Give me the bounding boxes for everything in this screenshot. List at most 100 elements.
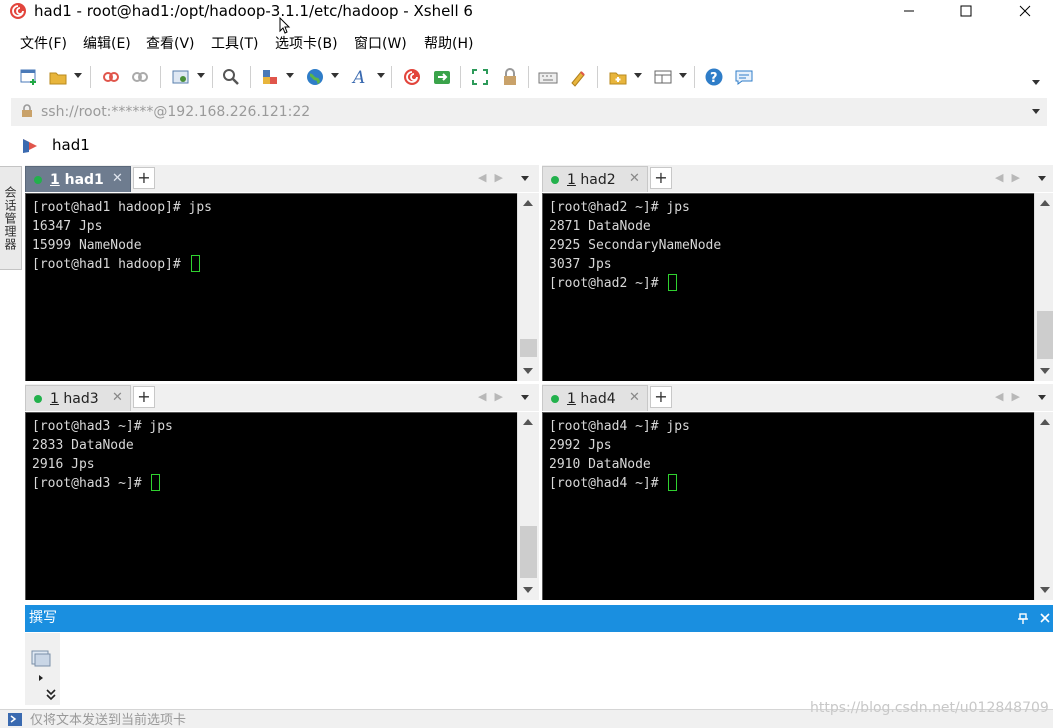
vertical-scrollbar[interactable] — [1034, 412, 1053, 600]
menu-help[interactable]: 帮助(H) — [424, 34, 473, 54]
new-session-icon[interactable] — [18, 66, 40, 88]
watermark: https://blog.csdn.net/u012848709 — [810, 700, 1049, 716]
tab-scroll-arrows[interactable]: ◀▶ — [995, 388, 1028, 406]
open-folder-icon[interactable] — [47, 66, 69, 88]
add-tab-button[interactable]: + — [133, 167, 155, 189]
tab-list-dropdown-icon[interactable] — [1038, 395, 1046, 400]
globe-icon[interactable] — [304, 66, 326, 88]
terminal-output[interactable]: [root@had3 ~]# jps 2833 DataNode 2916 Jp… — [25, 412, 517, 600]
transfer-icon[interactable] — [259, 66, 281, 88]
compose-title: 撰写 — [29, 610, 57, 626]
connection-status-dot — [34, 176, 42, 184]
add-tab-button[interactable]: + — [650, 386, 672, 408]
scroll-down-icon[interactable] — [1040, 368, 1050, 374]
tab-had1[interactable]: 1 had1 ✕ — [25, 166, 131, 192]
menu-tabs[interactable]: 选项卡(B) — [275, 34, 338, 54]
tab-close-icon[interactable]: ✕ — [112, 389, 123, 407]
tab-had3[interactable]: 1 had3 ✕ — [25, 385, 131, 411]
disconnect-icon[interactable] — [129, 66, 151, 88]
add-tab-button[interactable]: + — [650, 167, 672, 189]
tab-list-dropdown-icon[interactable] — [521, 176, 529, 181]
xshell-app-icon — [10, 3, 26, 19]
add-tab-button[interactable]: + — [133, 386, 155, 408]
scroll-down-icon[interactable] — [523, 587, 533, 593]
compose-window-icon[interactable] — [31, 649, 51, 667]
terminal-prompt-icon — [8, 713, 22, 726]
expand-arrow-icon[interactable] — [38, 674, 44, 682]
menu-tools[interactable]: 工具(T) — [211, 34, 258, 54]
vertical-scrollbar[interactable] — [517, 193, 539, 381]
session-manager-side-tab[interactable]: 会话管理器 — [0, 166, 22, 270]
scroll-down-icon[interactable] — [1040, 587, 1050, 593]
chat-icon[interactable] — [733, 66, 755, 88]
terminal-output[interactable]: [root@had2 ~]# jps 2871 DataNode 2925 Se… — [542, 193, 1034, 381]
lock-icon[interactable] — [499, 66, 521, 88]
terminal-prompt-line: [root@had3 ~]# — [32, 474, 517, 493]
session-label[interactable]: had1 — [52, 135, 90, 155]
reconnect-icon[interactable] — [100, 66, 122, 88]
scroll-thumb[interactable] — [1037, 430, 1053, 580]
tab-close-icon[interactable]: ✕ — [629, 389, 640, 407]
vertical-scrollbar[interactable] — [517, 412, 539, 600]
tab-scroll-arrows[interactable]: ◀▶ — [995, 169, 1028, 187]
terminal-cursor — [668, 274, 678, 291]
compose-text-area[interactable] — [25, 633, 1053, 705]
scroll-thumb[interactable] — [520, 526, 537, 578]
terminal-prompt-line: [root@had4 ~]# — [549, 474, 1034, 493]
fullscreen-icon[interactable] — [469, 66, 491, 88]
scroll-up-icon[interactable] — [523, 419, 533, 425]
highlight-icon[interactable] — [567, 66, 589, 88]
tab-close-icon[interactable]: ✕ — [629, 170, 640, 188]
new-tab-icon[interactable] — [607, 66, 629, 88]
help-icon[interactable]: ? — [703, 66, 725, 88]
menu-window[interactable]: 窗口(W) — [354, 34, 407, 54]
scroll-down-icon[interactable] — [523, 368, 533, 374]
properties-icon[interactable] — [170, 66, 192, 88]
terminal-pane-had2: 1 had2 ✕ + ◀▶ [root@had2 ~]# jps 2871 Da… — [542, 165, 1053, 381]
tab-scroll-arrows[interactable]: ◀▶ — [478, 388, 511, 406]
terminal-line: [root@had2 ~]# jps — [549, 200, 690, 215]
menu-view[interactable]: 查看(V) — [146, 34, 195, 54]
xshell-icon[interactable] — [401, 66, 423, 88]
maximize-button[interactable] — [943, 0, 989, 22]
keyboard-icon[interactable] — [537, 66, 559, 88]
layout-icon[interactable] — [652, 66, 674, 88]
terminal-prompt: [root@had4 ~]# — [549, 476, 667, 491]
tab-had2[interactable]: 1 had2 ✕ — [542, 166, 648, 192]
scroll-thumb[interactable] — [520, 339, 537, 357]
font-icon[interactable]: A — [350, 66, 372, 88]
terminal-cursor — [668, 474, 678, 491]
menu-file[interactable]: 文件(F) — [20, 34, 67, 54]
connection-status-dot — [34, 395, 42, 403]
close-button[interactable] — [1002, 0, 1048, 22]
scroll-thumb[interactable] — [1037, 311, 1053, 359]
terminal-line: 2916 Jps — [32, 457, 95, 472]
tab-list-dropdown-icon[interactable] — [521, 395, 529, 400]
terminal-line: 15999 NameNode — [32, 238, 142, 253]
close-icon — [1019, 5, 1031, 17]
menu-edit[interactable]: 编辑(E) — [83, 34, 131, 54]
pin-icon[interactable] — [1018, 613, 1028, 624]
terminal-output[interactable]: [root@had4 ~]# jps 2992 Jps 2910 DataNod… — [542, 412, 1034, 600]
scroll-up-icon[interactable] — [523, 200, 533, 206]
find-icon[interactable] — [220, 66, 242, 88]
double-chevron-down-icon[interactable] — [46, 689, 56, 701]
scroll-up-icon[interactable] — [1040, 200, 1050, 206]
title-bar: had1 - root@had1:/opt/hadoop-3.1.1/etc/h… — [0, 0, 1053, 34]
terminal-prompt-line: [root@had2 ~]# — [549, 274, 1034, 293]
tab-scroll-arrows[interactable]: ◀▶ — [478, 169, 511, 187]
minimize-button[interactable] — [886, 0, 932, 22]
address-bar[interactable]: ssh://root:******@192.168.226.121:22 — [11, 98, 1047, 126]
tab-close-icon[interactable]: ✕ — [112, 170, 123, 188]
vertical-scrollbar[interactable] — [1034, 193, 1053, 381]
xftp-icon[interactable] — [431, 66, 453, 88]
scroll-up-icon[interactable] — [1040, 419, 1050, 425]
tab-list-dropdown-icon[interactable] — [1038, 176, 1046, 181]
terminal-output[interactable]: [root@had1 hadoop]# jps 16347 Jps 15999 … — [25, 193, 517, 381]
window-title: had1 - root@had1:/opt/hadoop-3.1.1/etc/h… — [34, 2, 473, 20]
tab-had4[interactable]: 1 had4 ✕ — [542, 385, 648, 411]
address-dropdown-icon[interactable] — [1032, 109, 1040, 114]
terminal-prompt-line: [root@had1 hadoop]# — [32, 255, 517, 274]
compose-close-icon[interactable] — [1040, 613, 1050, 623]
terminal-line: 2910 DataNode — [549, 457, 651, 472]
